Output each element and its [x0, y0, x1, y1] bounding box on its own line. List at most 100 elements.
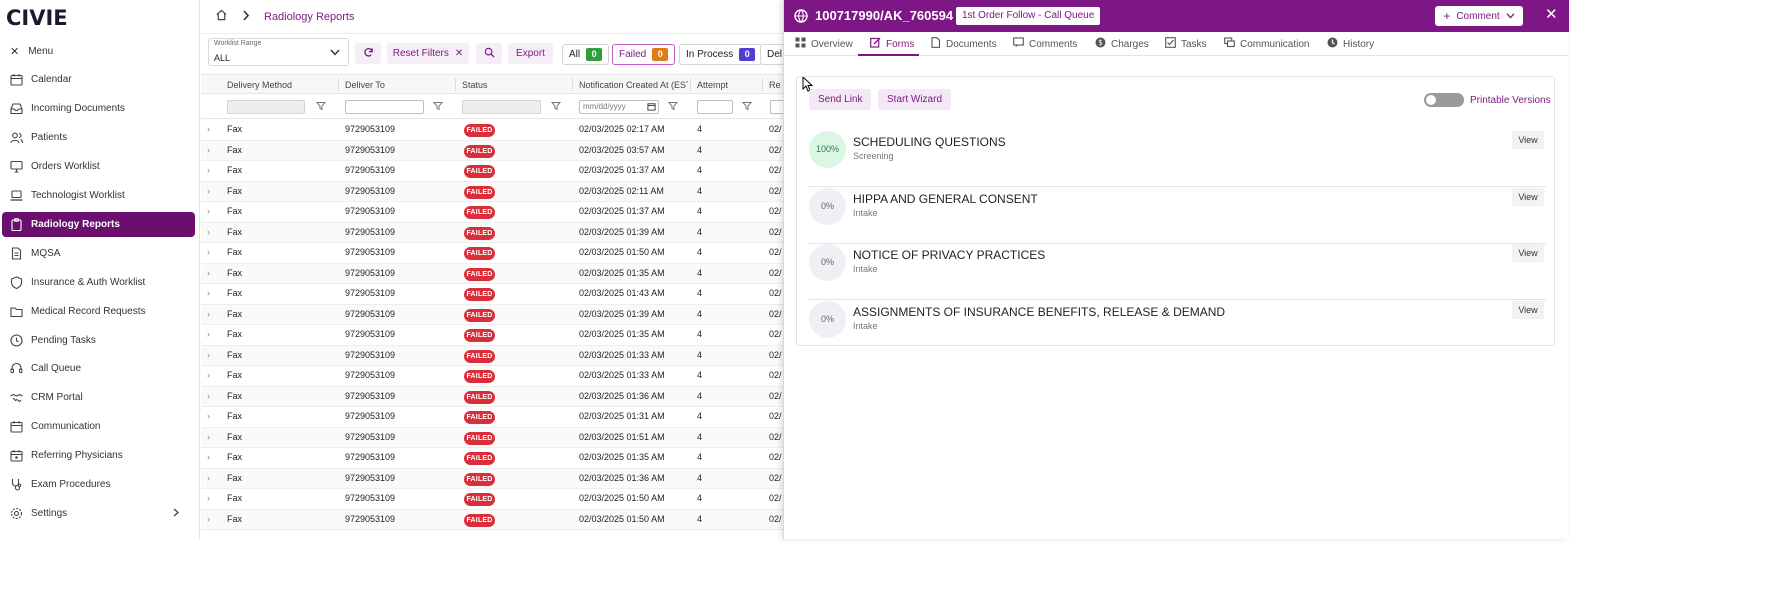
filter-icon[interactable] [667, 101, 679, 111]
table-row[interactable]: › Fax 9729053109 FAILED 02/03/2025 01:36 AM 4… [201, 468, 801, 489]
close-icon[interactable]: ✕ [10, 45, 19, 58]
menu-toggle[interactable]: ✕ Menu [10, 44, 53, 58]
table-row[interactable] [201, 530, 801, 539]
worklist-range-select[interactable]: Worklist Range ALL [208, 38, 349, 66]
expand-row-icon[interactable]: › [207, 268, 210, 278]
expand-row-icon[interactable]: › [207, 432, 210, 442]
filter-pill-all[interactable]: All 0 [562, 44, 610, 65]
expand-row-icon[interactable]: › [207, 206, 210, 216]
table-row[interactable]: › Fax 9729053109 FAILED 02/03/2025 01:31 AM 4… [201, 407, 801, 428]
sidebar-item-mqsa[interactable]: MQSA [2, 241, 195, 266]
table-row[interactable]: › Fax 9729053109 FAILED 02/03/2025 01:35 AM 4… [201, 448, 801, 469]
sidebar-item-settings[interactable]: Settings [2, 501, 195, 526]
sidebar-item-referring-physicians[interactable]: Referring Physicians [2, 443, 195, 468]
sidebar-item-radiology-reports[interactable]: Radiology Reports [2, 212, 195, 237]
tab-charges[interactable]: $ Charges [1095, 37, 1149, 51]
table-row[interactable]: › Fax 9729053109 FAILED 02/03/2025 01:37 AM 4… [201, 161, 801, 182]
sidebar-item-incoming-documents[interactable]: Incoming Documents [2, 96, 195, 121]
filter-pill-in-process[interactable]: In Process 0 [679, 44, 763, 65]
sidebar-item-calendar[interactable]: Calendar [2, 67, 195, 92]
expand-row-icon[interactable]: › [207, 452, 210, 462]
expand-row-icon[interactable]: › [207, 227, 210, 237]
table-row[interactable]: › Fax 9729053109 FAILED 02/03/2025 03:57 AM 4… [201, 140, 801, 161]
table-row[interactable]: › Fax 9729053109 FAILED 02/03/2025 01:39 AM 4… [201, 304, 801, 325]
expand-row-icon[interactable]: › [207, 186, 210, 196]
table-row[interactable]: › Fax 9729053109 FAILED 02/03/2025 01:35 AM 4… [201, 263, 801, 284]
calendar-icon[interactable] [647, 102, 656, 115]
tab-history[interactable]: History [1327, 37, 1374, 51]
table-row[interactable]: › Fax 9729053109 FAILED 02/03/2025 01:50 AM 4… [201, 243, 801, 264]
table-row[interactable]: › Fax 9729053109 FAILED 02/03/2025 01:39 AM 4… [201, 222, 801, 243]
sidebar-item-crm-portal[interactable]: CRM Portal [2, 385, 195, 410]
expand-row-icon[interactable]: › [207, 124, 210, 134]
sidebar-item-patients[interactable]: Patients [2, 125, 195, 150]
column-header[interactable]: Attempt [697, 80, 728, 90]
attempt-filter[interactable] [697, 100, 733, 114]
view-form-button[interactable]: View [1512, 244, 1544, 262]
column-divider[interactable] [572, 78, 573, 91]
sidebar-item-orders-worklist[interactable]: Orders Worklist [2, 154, 195, 179]
table-row[interactable]: › Fax 9729053109 FAILED 02/03/2025 01:50 AM 4… [201, 509, 801, 530]
tab-communication[interactable]: Communication [1224, 37, 1309, 51]
table-row[interactable]: › Fax 9729053109 FAILED 02/03/2025 02:17 AM 4… [201, 120, 801, 141]
export-button[interactable]: Export [508, 43, 553, 64]
filter-icon[interactable] [315, 101, 327, 111]
sidebar-item-pending-tasks[interactable]: Pending Tasks [2, 328, 195, 353]
sidebar-item-technologist-worklist[interactable]: Technologist Worklist [2, 183, 195, 208]
column-header[interactable]: Delivery Method [227, 80, 292, 90]
table-row[interactable]: › Fax 9729053109 FAILED 02/03/2025 01:33 AM 4… [201, 366, 801, 387]
expand-row-icon[interactable]: › [207, 145, 210, 155]
sidebar-item-communication[interactable]: Communication [2, 414, 195, 439]
column-divider[interactable] [690, 78, 691, 91]
table-row[interactable]: › Fax 9729053109 FAILED 02/03/2025 01:33 AM 4… [201, 345, 801, 366]
delivery-method-filter[interactable] [227, 100, 305, 114]
filter-pill-failed[interactable]: Failed 0 [612, 44, 676, 65]
send-link-button[interactable]: Send Link [809, 89, 872, 110]
sidebar-item-call-queue[interactable]: Call Queue [2, 356, 195, 381]
expand-row-icon[interactable]: › [207, 473, 210, 483]
expand-row-icon[interactable]: › [207, 370, 210, 380]
expand-row-icon[interactable]: › [207, 329, 210, 339]
table-row[interactable]: › Fax 9729053109 FAILED 02/03/2025 01:50 AM 4… [201, 489, 801, 510]
date-filter[interactable]: mm/dd/yyyy [579, 100, 659, 114]
expand-row-icon[interactable]: › [207, 391, 210, 401]
start-wizard-button[interactable]: Start Wizard [878, 89, 952, 110]
tab-overview[interactable]: Overview [795, 37, 853, 51]
view-form-button[interactable]: View [1512, 131, 1544, 149]
expand-row-icon[interactable]: › [207, 165, 210, 175]
table-row[interactable]: › Fax 9729053109 FAILED 02/03/2025 01:51 AM 4… [201, 427, 801, 448]
view-form-button[interactable]: View [1512, 300, 1544, 319]
table-row[interactable]: › Fax 9729053109 FAILED 02/03/2025 01:35 AM 4… [201, 325, 801, 346]
printable-versions-toggle[interactable] [1424, 93, 1464, 107]
close-icon[interactable]: ✕ [1545, 6, 1558, 24]
comment-button[interactable]: + Comment [1435, 6, 1523, 26]
column-divider[interactable] [455, 78, 456, 91]
column-header[interactable]: Status [462, 80, 488, 90]
column-header[interactable]: Deliver To [345, 80, 385, 90]
view-form-button[interactable]: View [1512, 187, 1544, 206]
tab-comments[interactable]: Comments [1013, 37, 1077, 51]
sidebar-item-exam-procedures[interactable]: Exam Procedures [2, 472, 195, 497]
expand-row-icon[interactable]: › [207, 247, 210, 257]
sidebar-item-insurance-auth-worklist[interactable]: Insurance & Auth Worklist [2, 270, 195, 295]
filter-icon[interactable] [432, 101, 444, 111]
table-row[interactable]: › Fax 9729053109 FAILED 02/03/2025 01:43 AM 4… [201, 284, 801, 305]
reset-filters-button[interactable]: Reset Filters ✕ [387, 43, 469, 64]
column-divider[interactable] [762, 78, 763, 91]
expand-row-icon[interactable]: › [207, 288, 210, 298]
expand-row-icon[interactable]: › [207, 411, 210, 421]
expand-row-icon[interactable]: › [207, 309, 210, 319]
column-divider[interactable] [338, 78, 339, 91]
status-filter[interactable] [462, 100, 541, 114]
filter-icon[interactable] [741, 101, 753, 111]
table-row[interactable]: › Fax 9729053109 FAILED 02/03/2025 01:37 AM 4… [201, 202, 801, 223]
tab-tasks[interactable]: Tasks [1165, 37, 1207, 51]
table-row[interactable]: › Fax 9729053109 FAILED 02/03/2025 02:11 AM 4… [201, 181, 801, 202]
sidebar-item-medical-record-requests[interactable]: Medical Record Requests [2, 299, 195, 324]
refresh-button[interactable] [355, 43, 381, 64]
tab-forms[interactable]: Forms [870, 37, 914, 51]
home-icon[interactable] [215, 9, 228, 24]
deliver-to-filter[interactable] [345, 100, 424, 114]
expand-row-icon[interactable]: › [207, 350, 210, 360]
filter-icon[interactable] [550, 101, 562, 111]
